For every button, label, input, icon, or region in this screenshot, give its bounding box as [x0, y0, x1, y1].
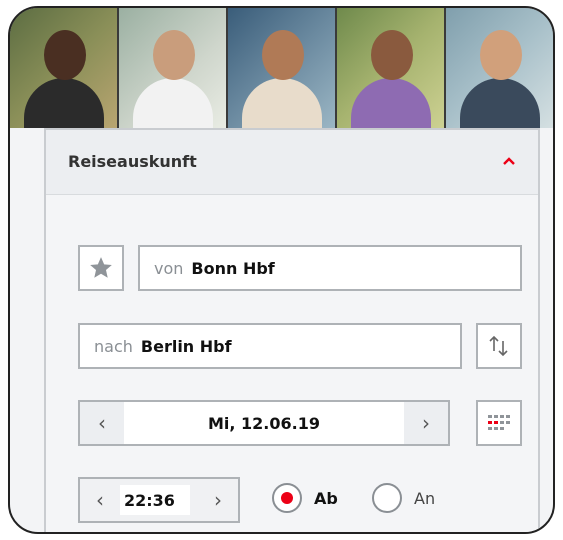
hero-photo — [446, 8, 553, 128]
to-prefix: nach — [94, 336, 133, 356]
arrival-label: An — [414, 488, 436, 508]
time-value[interactable]: 22:36 — [120, 485, 190, 515]
hero-photo — [228, 8, 335, 128]
chevron-up-icon[interactable] — [502, 156, 516, 166]
from-prefix: von — [154, 258, 184, 278]
travel-info-panel: Reiseauskunft von Bonn Hbf nach Berlin H… — [44, 128, 540, 532]
hero-photo — [119, 8, 226, 128]
to-value: Berlin Hbf — [140, 336, 232, 356]
favorite-button[interactable] — [78, 245, 124, 291]
date-stepper: ‹ Mi, 12.06.19 › — [78, 400, 450, 446]
from-station-input[interactable]: von Bonn Hbf — [138, 245, 522, 291]
hero-photo — [337, 8, 444, 128]
departure-radio[interactable]: Ab — [272, 483, 338, 513]
departure-label: Ab — [314, 488, 338, 508]
calendar-button[interactable] — [476, 400, 522, 446]
next-date-button[interactable]: › — [404, 402, 448, 444]
panel-title: Reiseauskunft — [68, 152, 197, 171]
hero-photo-strip — [10, 8, 553, 128]
radio-circle[interactable] — [372, 483, 402, 513]
app-frame: Reiseauskunft von Bonn Hbf nach Berlin H… — [8, 6, 555, 534]
star-icon — [90, 257, 112, 278]
arrival-radio[interactable]: An — [372, 483, 435, 513]
previous-time-button[interactable]: ‹ — [80, 479, 120, 521]
to-station-input[interactable]: nach Berlin Hbf — [78, 323, 462, 369]
swap-arrows-icon — [489, 335, 508, 357]
swap-stations-button[interactable] — [476, 323, 522, 369]
hero-photo — [10, 8, 117, 128]
calendar-icon — [488, 415, 510, 430]
next-time-button[interactable]: › — [198, 479, 238, 521]
previous-date-button[interactable]: ‹ — [80, 402, 124, 444]
from-value: Bonn Hbf — [191, 258, 275, 278]
radio-circle-checked[interactable] — [272, 483, 302, 513]
panel-header[interactable]: Reiseauskunft — [46, 130, 538, 195]
time-stepper: ‹ 22:36 › — [78, 477, 240, 523]
date-value[interactable]: Mi, 12.06.19 — [124, 402, 404, 444]
